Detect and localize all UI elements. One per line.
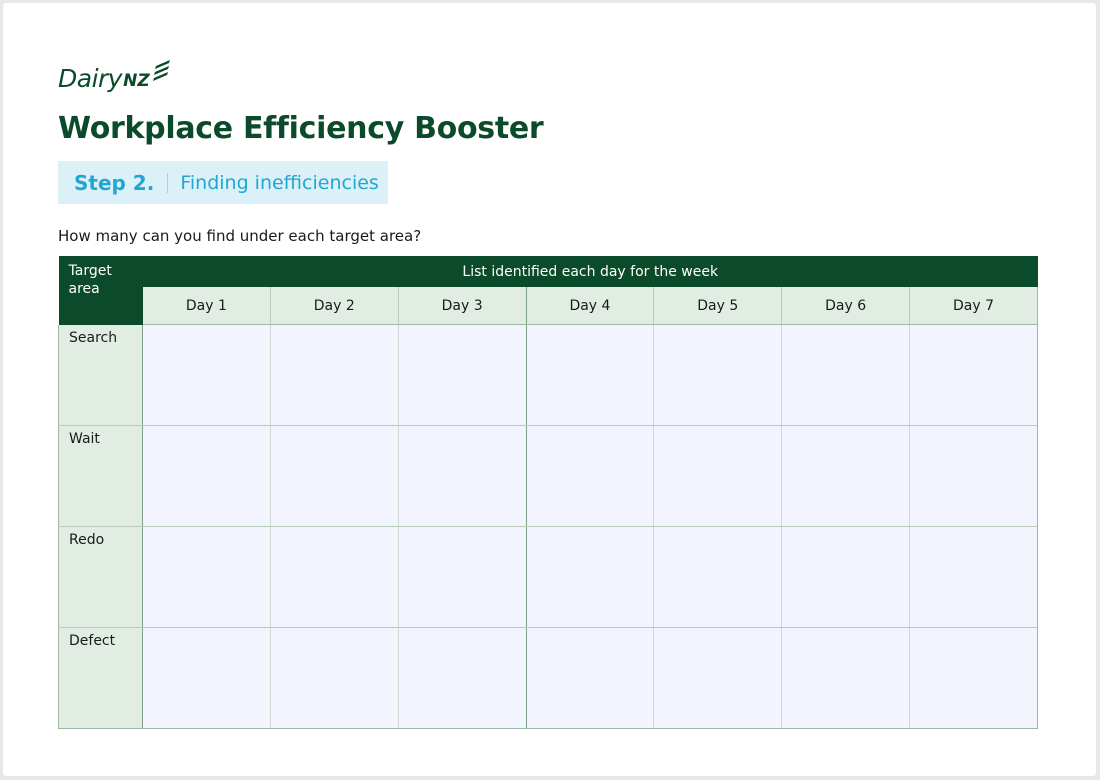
entry-cell[interactable] bbox=[909, 526, 1038, 628]
entry-cell[interactable] bbox=[526, 425, 655, 527]
entry-cell[interactable] bbox=[653, 526, 783, 628]
step-title: Finding inefficiencies bbox=[180, 171, 379, 194]
table-row-redo: Redo bbox=[58, 526, 1038, 628]
entry-cell[interactable] bbox=[398, 627, 527, 729]
week-group-header: List identified each day for the week bbox=[142, 256, 1038, 287]
entry-cell[interactable] bbox=[398, 324, 527, 426]
table-body: Search Wait Redo Defect bbox=[58, 324, 1038, 729]
entry-cell[interactable] bbox=[142, 324, 271, 426]
entry-cell[interactable] bbox=[653, 425, 783, 527]
entry-cell[interactable] bbox=[781, 425, 911, 527]
entry-cell[interactable] bbox=[909, 425, 1038, 527]
step-divider bbox=[167, 172, 169, 193]
row-label: Redo bbox=[58, 526, 143, 628]
day-header-7: Day 7 bbox=[909, 287, 1038, 325]
step-number: Step 2. bbox=[74, 170, 155, 195]
day-header-row: Day 1 Day 2 Day 3 Day 4 Day 5 Day 6 Day 7 bbox=[59, 287, 1038, 325]
entry-cell[interactable] bbox=[270, 526, 399, 628]
entry-cell[interactable] bbox=[653, 324, 783, 426]
entry-cell[interactable] bbox=[398, 425, 527, 527]
table-row-search: Search bbox=[58, 324, 1038, 426]
entry-cell[interactable] bbox=[909, 627, 1038, 729]
leaf-stripes-icon bbox=[152, 60, 170, 81]
entry-cell[interactable] bbox=[270, 425, 399, 527]
entry-cell[interactable] bbox=[526, 526, 655, 628]
table-row-wait: Wait bbox=[58, 425, 1038, 527]
row-label: Defect bbox=[58, 627, 143, 729]
entry-cell[interactable] bbox=[270, 627, 399, 729]
weekly-tracking-table: Target area List identified each day for… bbox=[58, 256, 1038, 729]
dairynz-logo: Dairy NZ bbox=[58, 59, 172, 99]
day-header-6: Day 6 bbox=[781, 287, 911, 325]
day-header-3: Day 3 bbox=[398, 287, 527, 325]
entry-cell[interactable] bbox=[909, 324, 1038, 426]
entry-cell[interactable] bbox=[142, 425, 271, 527]
day-header-4: Day 4 bbox=[526, 287, 655, 325]
day-header-2: Day 2 bbox=[270, 287, 399, 325]
instruction-text: How many can you find under each target … bbox=[58, 227, 422, 245]
day-header-1: Day 1 bbox=[142, 287, 271, 325]
row-label: Search bbox=[58, 324, 143, 426]
entry-cell[interactable] bbox=[526, 324, 655, 426]
entry-cell[interactable] bbox=[653, 627, 783, 729]
entry-cell[interactable] bbox=[781, 627, 911, 729]
logo-wordmark-suffix: NZ bbox=[123, 71, 150, 91]
worksheet-page: Dairy NZ Workplace Efficiency Booster St… bbox=[3, 3, 1096, 776]
entry-cell[interactable] bbox=[142, 526, 271, 628]
target-area-header: Target area bbox=[58, 256, 143, 325]
entry-cell[interactable] bbox=[142, 627, 271, 729]
entry-cell[interactable] bbox=[526, 627, 655, 729]
entry-cell[interactable] bbox=[270, 324, 399, 426]
entry-cell[interactable] bbox=[781, 324, 911, 426]
logo-wordmark: Dairy bbox=[58, 64, 123, 93]
table-row-defect: Defect bbox=[58, 627, 1038, 729]
row-label: Wait bbox=[58, 425, 143, 527]
day-header-5: Day 5 bbox=[653, 287, 783, 325]
page-title: Workplace Efficiency Booster bbox=[58, 111, 544, 146]
entry-cell[interactable] bbox=[781, 526, 911, 628]
entry-cell[interactable] bbox=[398, 526, 527, 628]
step-banner: Step 2. Finding inefficiencies bbox=[58, 161, 388, 204]
